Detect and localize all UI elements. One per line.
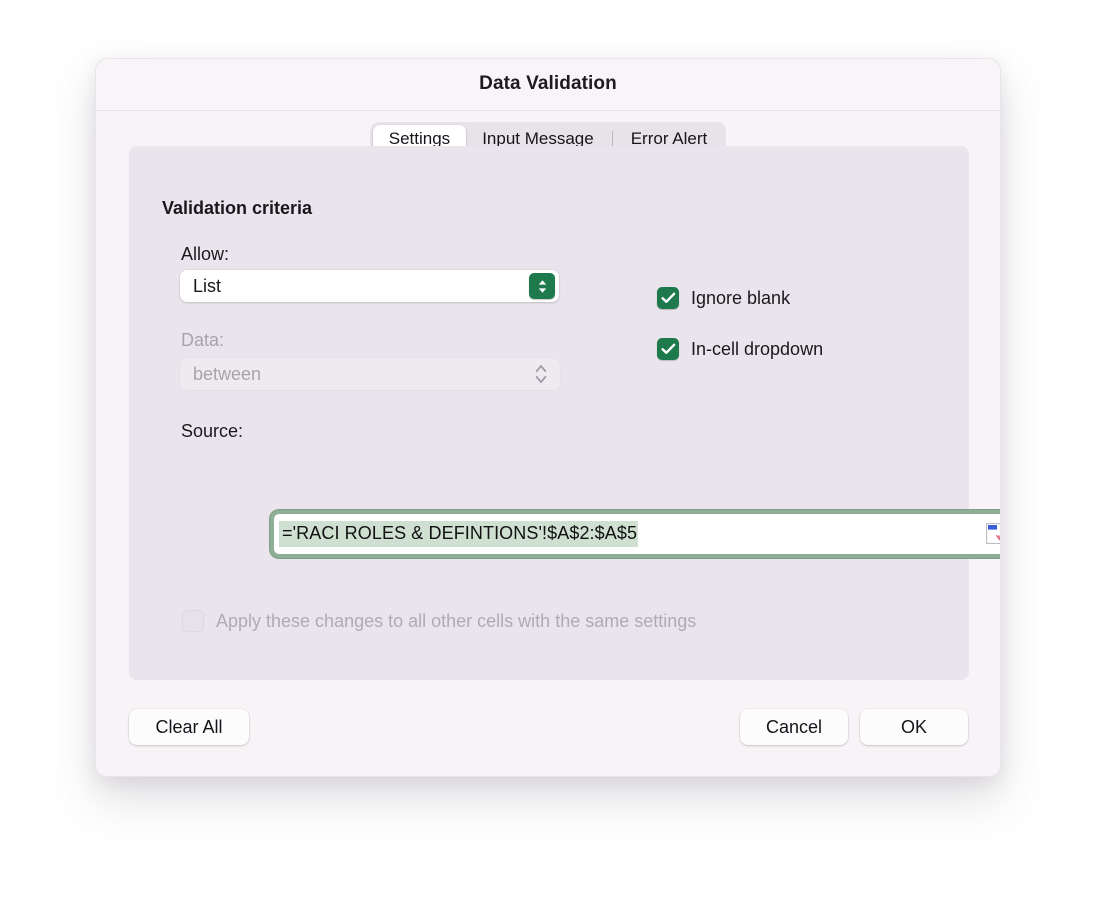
settings-panel: Validation criteria Allow: List Data: be… — [129, 146, 969, 680]
range-selector-icon[interactable] — [986, 523, 1000, 544]
data-validation-dialog: Data Validation Settings Input Message E… — [95, 58, 1001, 777]
in-cell-dropdown-label: In-cell dropdown — [691, 338, 824, 359]
dialog-title: Data Validation — [479, 73, 617, 94]
chevron-up-down-icon-disabled — [534, 363, 548, 385]
ok-button[interactable]: OK — [860, 709, 968, 745]
source-input[interactable]: ='RACI ROLES & DEFINTIONS'!$A$2:$A$5 — [274, 514, 1000, 554]
source-input-value: ='RACI ROLES & DEFINTIONS'!$A$2:$A$5 — [279, 521, 639, 547]
section-title: Validation criteria — [162, 198, 313, 218]
apply-all-label: Apply these changes to all other cells w… — [216, 610, 697, 631]
data-label: Data: — [181, 330, 225, 350]
ignore-blank-label: Ignore blank — [691, 287, 791, 308]
data-value: between — [193, 363, 262, 384]
clear-all-button[interactable]: Clear All — [129, 709, 249, 745]
checkbox-unchecked-icon[interactable] — [182, 610, 204, 632]
allow-dropdown[interactable]: List — [180, 270, 559, 302]
apply-all-row[interactable]: Apply these changes to all other cells w… — [182, 610, 696, 632]
chevron-up-down-icon[interactable] — [529, 273, 555, 299]
dialog-titlebar: Data Validation — [96, 59, 1000, 111]
tab-divider — [611, 130, 613, 148]
ignore-blank-row[interactable]: Ignore blank — [657, 287, 790, 309]
in-cell-dropdown-row[interactable]: In-cell dropdown — [657, 338, 823, 360]
cancel-button[interactable]: Cancel — [740, 709, 848, 745]
data-dropdown[interactable]: between — [180, 358, 560, 390]
checkbox-checked-icon[interactable] — [657, 338, 679, 360]
allow-label: Allow: — [181, 244, 230, 264]
checkbox-checked-icon[interactable] — [657, 287, 679, 309]
allow-value: List — [193, 275, 222, 296]
source-label: Source: — [181, 421, 244, 441]
